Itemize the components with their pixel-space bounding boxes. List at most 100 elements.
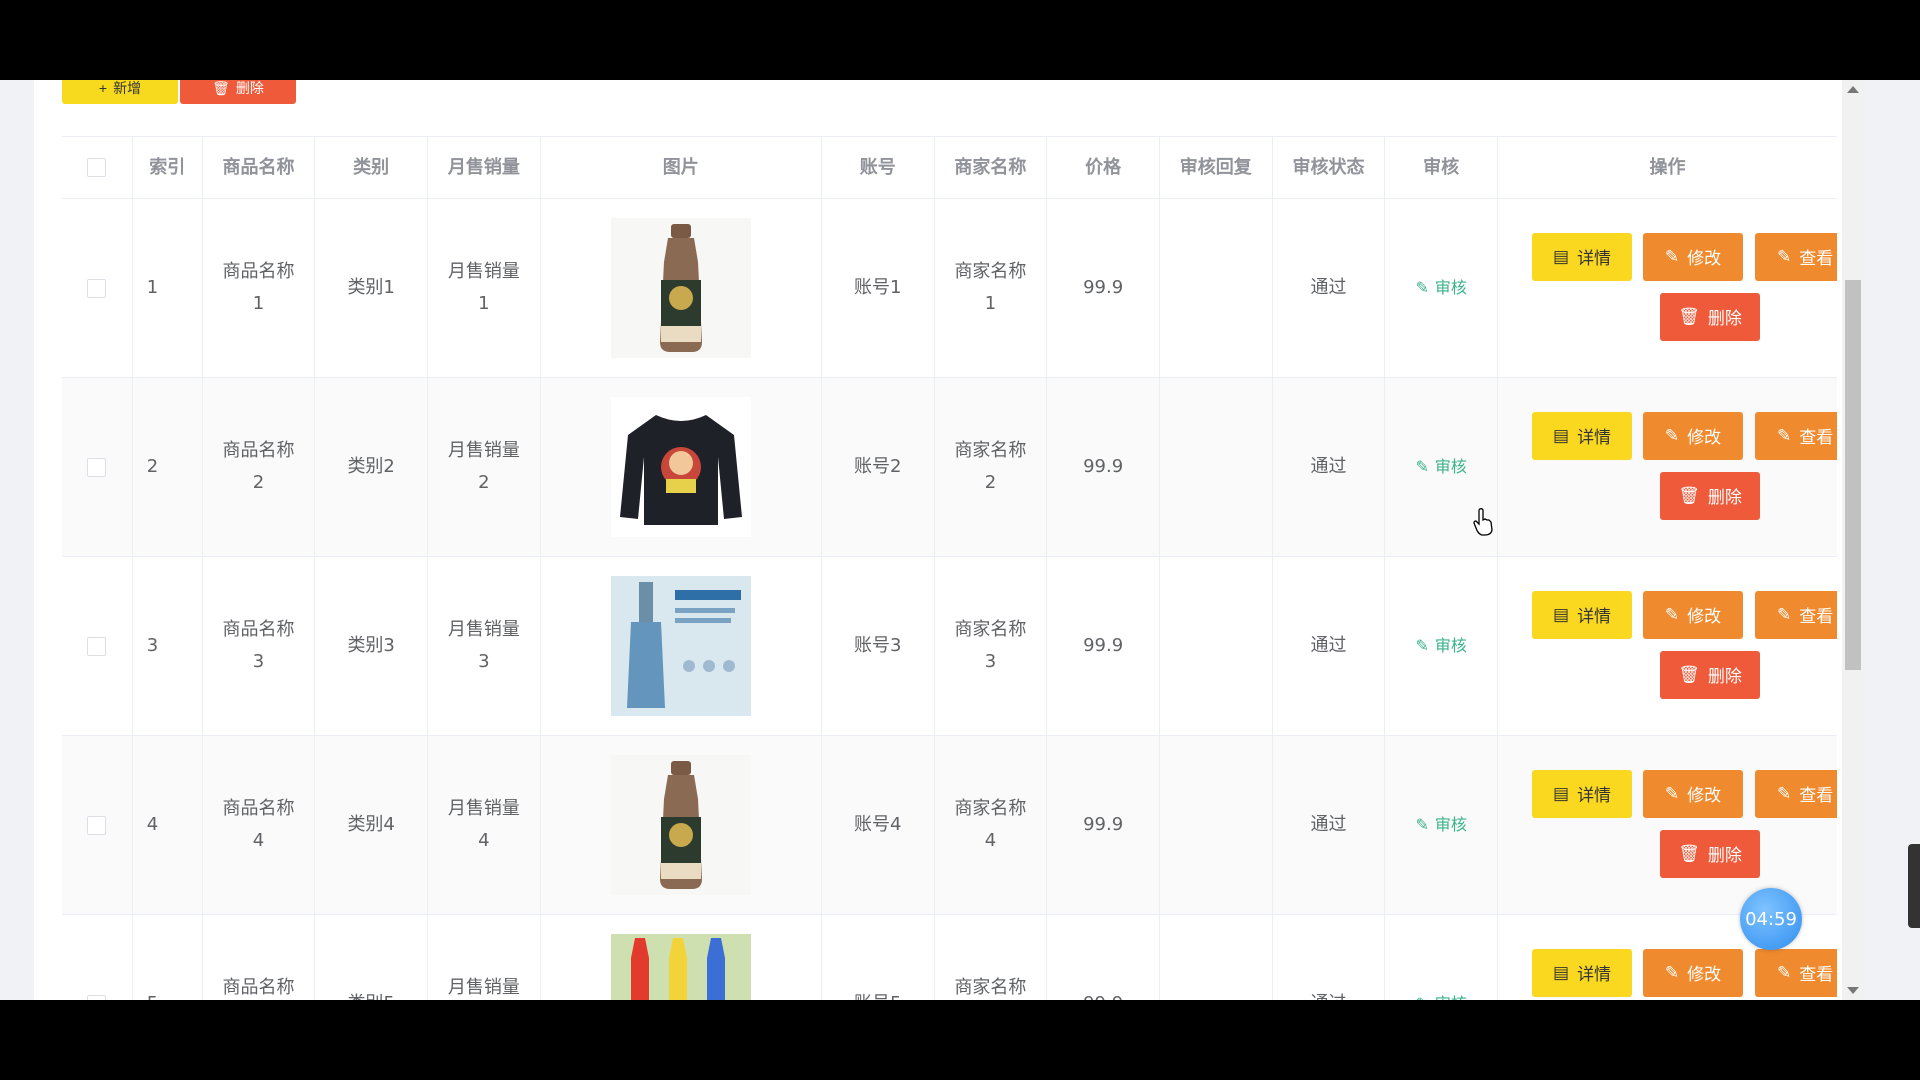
scroll-up-arrow-icon[interactable] [1847, 86, 1859, 93]
batch-delete-button[interactable]: 🗑 删除 [180, 80, 296, 104]
audit-link[interactable]: ✎ 审核 [1415, 451, 1466, 483]
select-all-checkbox[interactable] [87, 158, 107, 177]
product-name-text: 商品名称 3 [222, 619, 295, 672]
audit-link[interactable]: ✎ 审核 [1415, 272, 1466, 304]
view-button[interactable]: ✎ 查看 [1755, 590, 1838, 639]
row-select-cell[interactable] [62, 199, 133, 377]
pencil-icon: ✎ [1664, 425, 1680, 445]
audit-link-label: 审核 [1434, 636, 1467, 655]
delete-button[interactable]: 🗑 删除 [1660, 829, 1761, 878]
detail-button[interactable]: ▤ 详情 [1532, 948, 1633, 997]
view-button[interactable]: ✎ 查看 [1755, 948, 1838, 997]
row-audit-reply [1160, 199, 1273, 377]
row-image-cell [541, 557, 822, 735]
row-audit-status: 通过 [1273, 557, 1386, 735]
audit-link[interactable]: ✎ 审核 [1415, 809, 1466, 841]
add-button[interactable]: + 新增 [62, 80, 178, 104]
sales-text: 月售销量 4 [447, 798, 520, 851]
edit-button[interactable]: ✎ 修改 [1643, 590, 1744, 639]
row-audit-reply [1160, 915, 1273, 1000]
row-price: 99.9 [1047, 557, 1160, 735]
vertical-scrollbar[interactable] [1842, 80, 1864, 1000]
row-audit-status: 通过 [1273, 199, 1386, 377]
row-audit-cell: ✎ 审核 [1385, 915, 1499, 1000]
row-audit-status: 通过 [1273, 915, 1386, 1000]
detail-label: 详情 [1577, 786, 1612, 805]
drink-bottles-image[interactable] [610, 934, 751, 1000]
row-select-cell[interactable] [62, 557, 133, 735]
row-merchant: 商家名称 5 [935, 915, 1048, 1000]
scrollbar-thumb[interactable] [1845, 280, 1861, 670]
delete-button[interactable]: 🗑 删除 [1660, 650, 1761, 699]
toolbar: + 新增 🗑 删除 [62, 80, 296, 104]
row-account: 账号4 [822, 736, 935, 914]
table-row: 1 商品名称 1 类别1 月售销量 1 账号1 商家名称 1 99.9 通过 ✎ 审核 ▤ 详情 ✎ 修改… [62, 199, 1838, 378]
row-audit-status: 通过 [1273, 736, 1386, 914]
row-select-cell[interactable] [62, 378, 133, 556]
row-checkbox[interactable] [87, 278, 107, 298]
pencil-icon: ✎ [1664, 962, 1680, 982]
pencil-icon: ✎ [1415, 988, 1428, 1000]
detail-button[interactable]: ▤ 详情 [1532, 232, 1633, 281]
row-price: 99.9 [1047, 736, 1160, 914]
product-name-text: 商品名称 2 [222, 440, 295, 493]
edit-button[interactable]: ✎ 修改 [1643, 948, 1744, 997]
table-row: 3 商品名称 3 类别3 月售销量 3 账号3 商家名称 3 99.9 通过 ✎ 审核 ▤ 详情 ✎ 修改… [62, 557, 1838, 736]
merchant-text: 商家名称 2 [954, 440, 1027, 493]
delete-button[interactable]: 🗑 删除 [1660, 292, 1761, 341]
side-panel-tab[interactable] [1908, 844, 1920, 928]
merchant-text: 商家名称 3 [954, 619, 1027, 672]
view-label: 查看 [1799, 965, 1834, 984]
detail-button[interactable]: ▤ 详情 [1532, 769, 1633, 818]
audit-link[interactable]: ✎ 审核 [1415, 988, 1466, 1000]
row-checkbox[interactable] [87, 815, 107, 835]
header-merchant: 商家名称 [935, 137, 1048, 198]
view-button[interactable]: ✎ 查看 [1755, 232, 1838, 281]
delete-button[interactable]: 🗑 删除 [1660, 471, 1761, 520]
edit-button[interactable]: ✎ 修改 [1643, 769, 1744, 818]
edit-button[interactable]: ✎ 修改 [1643, 232, 1744, 281]
edit-button[interactable]: ✎ 修改 [1643, 411, 1744, 460]
header-select-all[interactable] [62, 137, 133, 198]
milk-tea-bottle-image[interactable] [610, 755, 751, 895]
header-category: 类别 [315, 137, 428, 198]
milk-tea-bottle-image[interactable] [610, 218, 751, 358]
table-row: 5 商品名称 5 类别5 月售销量 5 账号5 商家名称 5 99.9 通过 ✎ 审核 ▤ 详情 ✎ 修改… [62, 915, 1838, 1000]
pencil-icon: ✎ [1664, 783, 1680, 803]
pencil-icon: ✎ [1415, 278, 1429, 297]
row-account: 账号5 [822, 915, 935, 1000]
detail-label: 详情 [1577, 965, 1612, 984]
pencil-icon: ✎ [1777, 425, 1792, 445]
pencil-icon: ✎ [1664, 246, 1680, 266]
serum-bottle-image[interactable] [610, 576, 751, 716]
audit-link[interactable]: ✎ 审核 [1415, 630, 1466, 662]
trash-icon: 🗑 [212, 80, 230, 96]
header-name: 商品名称 [203, 137, 316, 198]
row-checkbox[interactable] [87, 457, 107, 477]
row-select-cell[interactable] [62, 915, 133, 1000]
row-audit-status: 通过 [1273, 378, 1386, 556]
row-sales: 月售销量 5 [428, 915, 541, 1000]
view-button[interactable]: ✎ 查看 [1755, 411, 1838, 460]
scroll-down-arrow-icon[interactable] [1847, 987, 1859, 994]
table-row: 4 商品名称 4 类别4 月售销量 4 账号4 商家名称 4 99.9 通过 ✎ 审核 ▤ 详情 ✎ 修改… [62, 736, 1838, 915]
row-merchant: 商家名称 1 [935, 199, 1048, 377]
delete-label: 删除 [1707, 309, 1742, 328]
row-product-name: 商品名称 1 [203, 199, 316, 377]
row-select-cell[interactable] [62, 736, 133, 914]
countdown-timer-badge[interactable]: 04:59 [1740, 888, 1802, 950]
row-index: 2 [133, 378, 203, 556]
delete-label: 删除 [1707, 667, 1742, 686]
black-sweatshirt-image[interactable] [610, 397, 751, 537]
row-checkbox[interactable] [87, 636, 107, 656]
row-audit-cell: ✎ 审核 [1385, 199, 1499, 377]
product-table: 索引 商品名称 类别 月售销量 图片 账号 商家名称 价格 审核回复 审核状态 … [62, 136, 1838, 1000]
detail-button[interactable]: ▤ 详情 [1532, 590, 1633, 639]
trash-icon: 🗑 [1678, 843, 1700, 863]
row-price: 99.9 [1047, 199, 1160, 377]
row-checkbox[interactable] [87, 994, 107, 1000]
view-button[interactable]: ✎ 查看 [1755, 769, 1838, 818]
sales-text: 月售销量 1 [447, 261, 520, 314]
detail-button[interactable]: ▤ 详情 [1532, 411, 1633, 460]
trash-icon: 🗑 [1678, 664, 1700, 684]
